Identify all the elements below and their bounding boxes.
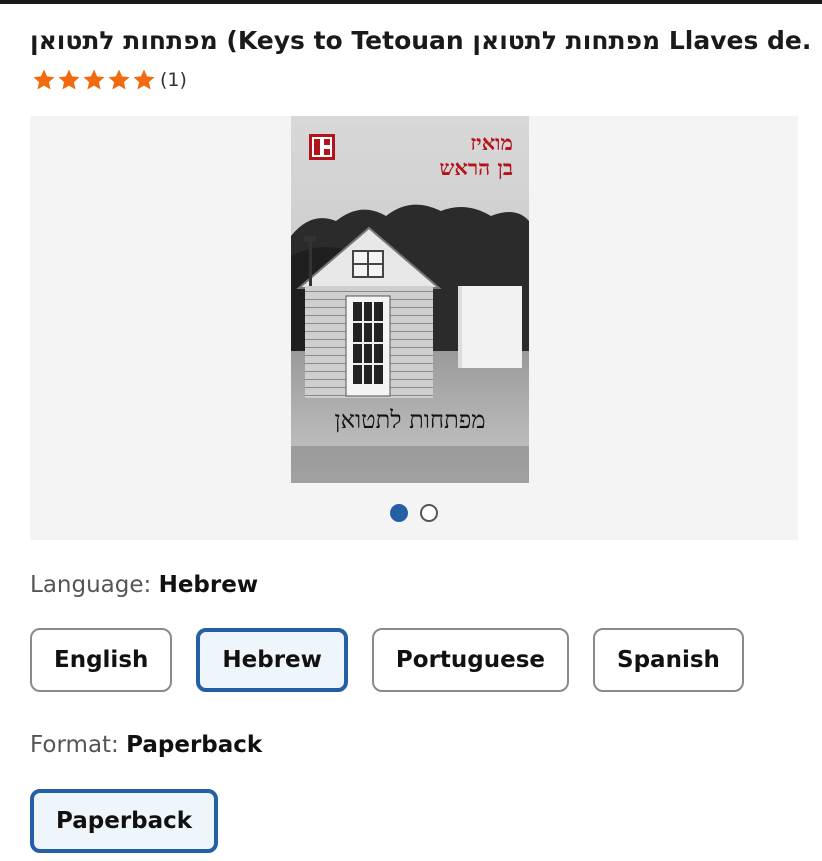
language-selected-value: Hebrew: [158, 572, 259, 598]
star-icon: [32, 68, 56, 92]
star-rating: [32, 68, 156, 92]
gallery-dot[interactable]: [420, 504, 438, 522]
cover-title: מפתחות לתטואן: [334, 406, 486, 434]
image-gallery[interactable]: מואיז בן הראש מפתחות לתטואן: [30, 116, 798, 540]
format-options: Paperback: [30, 789, 219, 853]
language-option-hebrew[interactable]: Hebrew: [196, 628, 348, 692]
language-option-spanish[interactable]: Spanish: [593, 628, 744, 692]
language-label: Language: Hebrew: [30, 572, 258, 598]
book-cover-image[interactable]: מואיז בן הראש מפתחות לתטואן: [291, 116, 529, 483]
publisher-logo-icon: [309, 134, 335, 160]
format-option-paperback[interactable]: Paperback: [30, 789, 219, 853]
format-selected-value: Paperback: [126, 732, 263, 758]
cover-author: מואיז בן הראש: [439, 130, 513, 180]
language-option-portuguese[interactable]: Portuguese: [371, 628, 570, 692]
top-border: [0, 0, 822, 4]
language-label-text: Language:: [30, 572, 152, 598]
rating-summary[interactable]: (1): [32, 66, 187, 94]
rating-count[interactable]: (1): [160, 69, 187, 91]
cover-author-line: בן הראש: [439, 155, 513, 180]
gallery-dot-active[interactable]: [390, 504, 408, 522]
product-title: מפתחות לתטואן (Keys to Tetouan מפתחות לת…: [30, 26, 810, 55]
language-option-english[interactable]: English: [30, 628, 173, 692]
format-label-text: Format:: [30, 732, 119, 758]
cover-author-line: מואיז: [470, 130, 513, 155]
star-icon: [107, 68, 131, 92]
format-label: Format: Paperback: [30, 732, 262, 758]
gallery-pagination: [30, 504, 798, 522]
star-icon: [57, 68, 81, 92]
star-icon: [82, 68, 106, 92]
language-options: English Hebrew Portuguese Spanish: [30, 628, 744, 692]
star-icon: [132, 68, 156, 92]
